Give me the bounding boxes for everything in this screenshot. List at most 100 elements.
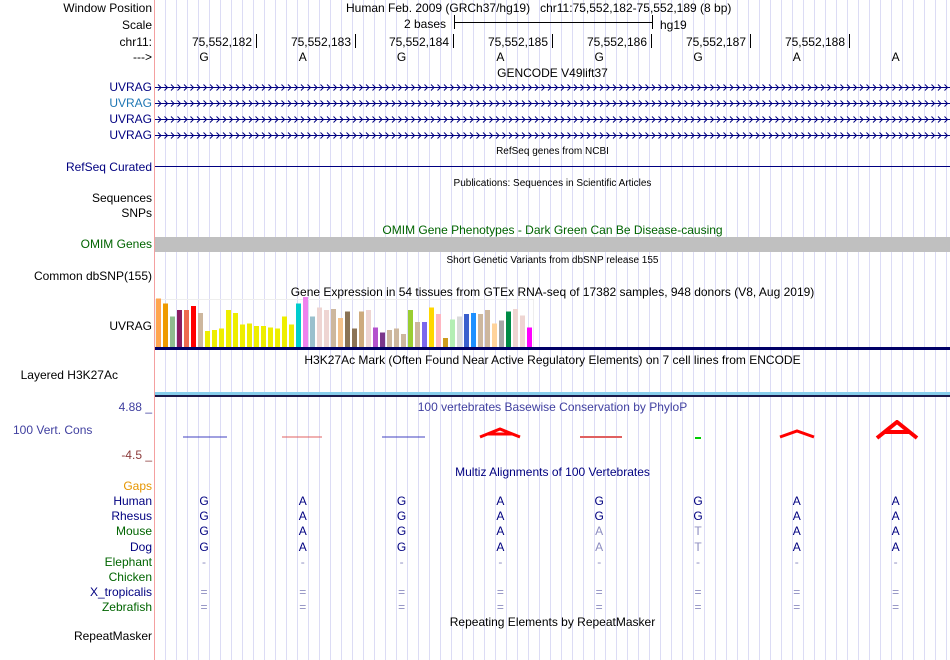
gencode-transcript[interactable] xyxy=(155,131,950,140)
gtex-tissue-bar[interactable] xyxy=(366,310,371,347)
gtex-tissue-bar[interactable] xyxy=(303,297,308,347)
refseq-label[interactable]: RefSeq Curated xyxy=(66,160,152,174)
dbsnp-label[interactable]: Common dbSNP(155) xyxy=(34,269,152,283)
aligned-base: = xyxy=(595,585,603,600)
gtex-tissue-bar[interactable] xyxy=(184,310,189,347)
gtex-tissue-bar[interactable] xyxy=(296,303,301,348)
h3k27ac-label[interactable]: Layered H3K27Ac xyxy=(21,368,118,382)
gtex-tissue-bar[interactable] xyxy=(268,327,273,348)
refseq-gene-line[interactable] xyxy=(155,166,950,167)
aligned-base: G xyxy=(396,494,407,508)
gtex-tissue-bar[interactable] xyxy=(506,311,511,348)
dbsnp-title[interactable]: Short Genetic Variants from dbSNP releas… xyxy=(155,254,950,268)
aligned-base: A xyxy=(496,539,505,554)
multiz-title[interactable]: Multiz Alignments of 100 Vertebrates xyxy=(155,465,950,479)
phylop-label[interactable]: 100 Vert. Cons xyxy=(13,423,92,437)
gtex-tissue-bar[interactable] xyxy=(387,330,392,347)
gencode-transcript-label[interactable]: UVRAG xyxy=(109,112,152,126)
gtex-tissue-bar[interactable] xyxy=(345,311,350,348)
gtex-tissue-bar[interactable] xyxy=(310,316,315,348)
gtex-tissue-bar[interactable] xyxy=(247,323,252,348)
gtex-tissue-bar[interactable] xyxy=(198,313,203,347)
gtex-tissue-bar[interactable] xyxy=(457,316,462,348)
gtex-tissue-bar[interactable] xyxy=(408,310,413,347)
phylop-title[interactable]: 100 vertebrates Basewise Conservation by… xyxy=(155,400,950,414)
gtex-tissue-bar[interactable] xyxy=(422,322,427,347)
species-label[interactable]: Mouse xyxy=(116,524,152,538)
gtex-tissue-bar[interactable] xyxy=(163,303,168,348)
gtex-tissue-bar[interactable] xyxy=(401,334,406,347)
omim-label[interactable]: OMIM Genes xyxy=(81,237,152,251)
gtex-tissue-bar[interactable] xyxy=(289,324,294,348)
species-label[interactable]: Zebrafish xyxy=(102,600,152,614)
gtex-tissue-bar[interactable] xyxy=(352,328,357,348)
species-label[interactable]: Elephant xyxy=(105,555,152,569)
gtex-tissue-bar[interactable] xyxy=(324,310,329,347)
gtex-tissue-bar[interactable] xyxy=(359,311,364,348)
species-label[interactable]: X_tropicalis xyxy=(90,585,152,599)
gtex-tissue-bar[interactable] xyxy=(282,316,287,348)
gtex-tissue-bar[interactable] xyxy=(338,318,343,347)
repeatmasker-title[interactable]: Repeating Elements by RepeatMasker xyxy=(155,615,950,629)
species-label[interactable]: Chicken xyxy=(109,570,152,584)
repeatmasker-label[interactable]: RepeatMasker xyxy=(74,629,152,643)
gtex-tissue-bar[interactable] xyxy=(513,309,518,347)
gtex-label[interactable]: UVRAG xyxy=(109,319,152,333)
gencode-transcript-label[interactable]: UVRAG xyxy=(109,80,152,94)
gtex-tissue-bar[interactable] xyxy=(254,326,259,347)
gtex-tissue-bar[interactable] xyxy=(275,328,280,348)
gtex-tissue-bar[interactable] xyxy=(219,328,224,348)
aligned-base: T xyxy=(694,524,702,539)
gtex-tissue-bar[interactable] xyxy=(170,316,175,348)
gtex-tissue-bar[interactable] xyxy=(485,310,490,347)
refseq-title[interactable]: RefSeq genes from NCBI xyxy=(155,145,950,159)
gtex-tissue-bar[interactable] xyxy=(492,323,497,348)
gtex-tissue-bar[interactable] xyxy=(156,298,161,348)
aligned-base: = xyxy=(892,600,900,615)
gtex-tissue-bar[interactable] xyxy=(450,319,455,348)
gencode-transcript-label[interactable]: UVRAG xyxy=(109,96,152,110)
gencode-transcript[interactable] xyxy=(155,83,950,92)
gtex-tissue-bar[interactable] xyxy=(205,331,210,347)
gtex-tissue-bar[interactable] xyxy=(212,330,217,347)
gtex-tissue-bar[interactable] xyxy=(317,307,322,348)
phylop-plot[interactable] xyxy=(155,420,950,444)
gtex-tissue-bar[interactable] xyxy=(478,314,483,347)
publications-label-sequences[interactable]: Sequences xyxy=(92,191,152,205)
gencode-title[interactable]: GENCODE V49lift37 xyxy=(155,66,950,80)
gtex-bar-chart[interactable] xyxy=(155,296,535,348)
gtex-tissue-bar[interactable] xyxy=(261,326,266,347)
gtex-tissue-bar[interactable] xyxy=(240,324,245,348)
gtex-tissue-bar[interactable] xyxy=(373,327,378,348)
gtex-tissue-bar[interactable] xyxy=(226,310,231,347)
omim-gene-bar[interactable] xyxy=(155,237,950,252)
gtex-tissue-bar[interactable] xyxy=(471,313,476,347)
gtex-tissue-bar[interactable] xyxy=(527,327,532,348)
aligned-base: - xyxy=(893,554,898,569)
omim-title[interactable]: OMIM Gene Phenotypes - Dark Green Can Be… xyxy=(155,223,950,237)
gtex-tissue-bar[interactable] xyxy=(436,314,441,347)
reference-base: G xyxy=(396,50,407,64)
gtex-tissue-bar[interactable] xyxy=(331,309,336,347)
gtex-tissue-bar[interactable] xyxy=(394,328,399,348)
gtex-tissue-bar[interactable] xyxy=(191,306,196,347)
publications-label-snps[interactable]: SNPs xyxy=(121,206,152,220)
gtex-tissue-bar[interactable] xyxy=(443,338,448,347)
gtex-tissue-bar[interactable] xyxy=(177,310,182,347)
gencode-transcript[interactable] xyxy=(155,115,950,124)
gtex-tissue-bar[interactable] xyxy=(380,332,385,348)
gencode-transcript-label[interactable]: UVRAG xyxy=(109,128,152,142)
gtex-tissue-bar[interactable] xyxy=(415,322,420,347)
species-label[interactable]: Dog xyxy=(130,540,152,554)
h3k27ac-title[interactable]: H3K27Ac Mark (Often Found Near Active Re… xyxy=(155,353,950,367)
gtex-tissue-bar[interactable] xyxy=(520,315,525,348)
gtex-tissue-bar[interactable] xyxy=(499,320,504,348)
gtex-tissue-bar[interactable] xyxy=(429,307,434,348)
publications-title[interactable]: Publications: Sequences in Scientific Ar… xyxy=(155,177,950,191)
gtex-tissue-bar[interactable] xyxy=(464,314,469,347)
gencode-transcript[interactable] xyxy=(155,99,950,108)
species-label[interactable]: Rhesus xyxy=(111,509,152,523)
gtex-tissue-bar[interactable] xyxy=(233,313,238,347)
phylop-min: -4.5 _ xyxy=(121,448,152,462)
species-label[interactable]: Human xyxy=(113,494,152,508)
